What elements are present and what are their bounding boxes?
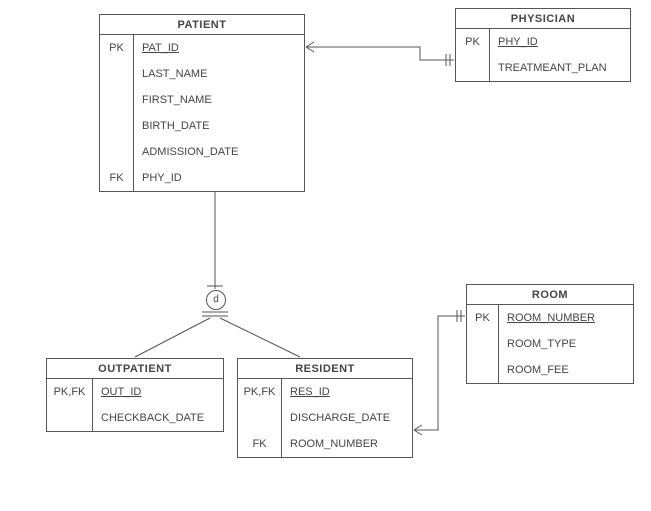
entity-title: RESIDENT bbox=[238, 359, 412, 379]
attr-column: PHY_ID TREATMEANT_PLAN bbox=[490, 29, 630, 81]
entity-title: PHYSICIAN bbox=[456, 9, 630, 29]
attr-column: PAT_ID LAST_NAME FIRST_NAME BIRTH_DATE A… bbox=[134, 35, 304, 191]
key-column: PK,FK FK bbox=[238, 379, 282, 457]
entity-title: OUTPATIENT bbox=[47, 359, 223, 379]
key-column: PK bbox=[467, 305, 499, 383]
key-column: PK,FK bbox=[47, 379, 93, 431]
entity-resident: RESIDENT PK,FK FK RES_ID DISCHARGE_DATE … bbox=[237, 358, 413, 458]
attr-discharge-date: DISCHARGE_DATE bbox=[290, 412, 390, 424]
attr-last-name: LAST_NAME bbox=[142, 68, 207, 80]
key-column: PK bbox=[456, 29, 490, 81]
attr-birth-date: BIRTH_DATE bbox=[142, 120, 209, 132]
attr-column: ROOM_NUMBER ROOM_TYPE ROOM_FEE bbox=[499, 305, 633, 383]
er-diagram: PATIENT PK FK PAT_ID LAST_NAME FIRST_NAM… bbox=[0, 0, 651, 511]
attr-room-fee: ROOM_FEE bbox=[507, 364, 569, 376]
key-column: PK FK bbox=[100, 35, 134, 191]
attr-pat-id: PAT_ID bbox=[142, 42, 179, 54]
disjoint-symbol: d bbox=[206, 290, 226, 310]
attr-column: RES_ID DISCHARGE_DATE ROOM_NUMBER bbox=[282, 379, 412, 457]
entity-physician: PHYSICIAN PK PHY_ID TREATMEANT_PLAN bbox=[455, 8, 631, 82]
attr-column: OUT_ID CHECKBACK_DATE bbox=[93, 379, 223, 431]
attr-phy-id: PHY_ID bbox=[142, 172, 182, 184]
attr-checkback-date: CHECKBACK_DATE bbox=[101, 412, 204, 424]
entity-title: ROOM bbox=[467, 285, 633, 305]
attr-phy-id: PHY_ID bbox=[498, 36, 538, 48]
attr-res-id: RES_ID bbox=[290, 386, 330, 398]
entity-outpatient: OUTPATIENT PK,FK OUT_ID CHECKBACK_DATE bbox=[46, 358, 224, 432]
attr-first-name: FIRST_NAME bbox=[142, 94, 212, 106]
attr-room-number: ROOM_NUMBER bbox=[507, 312, 595, 324]
attr-admission-date: ADMISSION_DATE bbox=[142, 146, 238, 158]
entity-title: PATIENT bbox=[100, 15, 304, 35]
attr-out-id: OUT_ID bbox=[101, 386, 141, 398]
attr-room-type: ROOM_TYPE bbox=[507, 338, 576, 350]
attr-room-number: ROOM_NUMBER bbox=[290, 438, 378, 450]
entity-room: ROOM PK ROOM_NUMBER ROOM_TYPE ROOM_FEE bbox=[466, 284, 634, 384]
attr-treatment-plan: TREATMEANT_PLAN bbox=[498, 62, 607, 74]
entity-patient: PATIENT PK FK PAT_ID LAST_NAME FIRST_NAM… bbox=[99, 14, 305, 192]
